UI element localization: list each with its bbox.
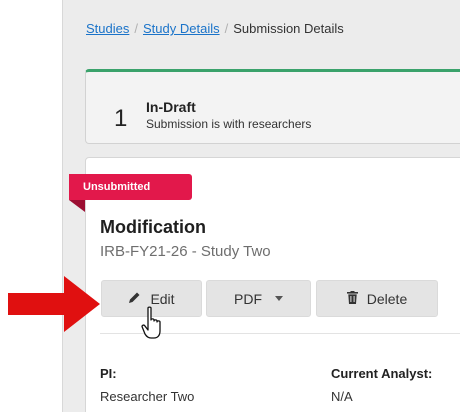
pdf-button[interactable]: PDF [206,280,311,317]
delete-button-label: Delete [366,290,408,307]
status-subtitle: Submission is with researchers [146,117,312,131]
current-analyst-label: Current Analyst: [331,366,433,381]
edit-button-label: Edit [150,290,175,307]
right-arrow-icon [8,276,100,332]
breadcrumb-separator: / [134,21,138,36]
breadcrumb: Studies / Study Details / Submission Details [86,21,344,36]
breadcrumb-study-details-link[interactable]: Study Details [143,21,220,36]
status-badge: Unsubmitted [69,174,192,200]
trash-icon [346,290,358,307]
submission-title: Modification [100,217,206,237]
status-step-number: 1 [114,105,128,132]
breadcrumb-separator: / [224,21,229,36]
pi-value: Researcher Two [100,389,195,404]
status-badge-fold [69,200,85,212]
status-card [85,69,460,144]
chevron-down-icon [275,296,283,301]
breadcrumb-current: Submission Details [233,21,344,36]
pencil-icon [128,291,141,307]
pdf-button-label: PDF [234,290,262,307]
hand-pointer-icon [141,306,161,339]
submission-subtitle: IRB-FY21-26 - Study Two [100,243,271,260]
status-title: In-Draft [146,99,196,115]
pi-label: PI: [100,366,117,381]
current-analyst-value: N/A [331,389,353,404]
breadcrumb-studies-link[interactable]: Studies [86,21,129,36]
delete-button[interactable]: Delete [316,280,438,317]
